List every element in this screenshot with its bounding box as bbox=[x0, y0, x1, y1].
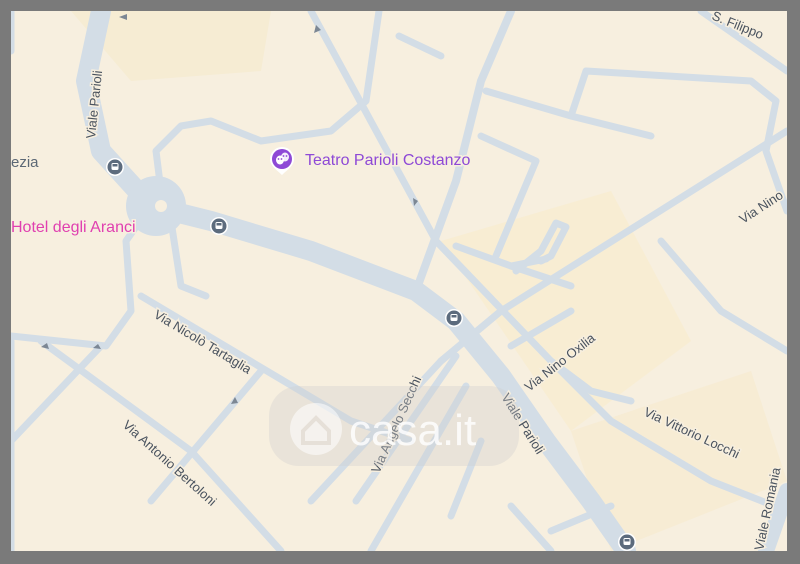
map-canvas[interactable]: Viale Parioli Viale Parioli Via Nicolò T… bbox=[11, 11, 787, 551]
bus-stop-icon[interactable] bbox=[210, 217, 228, 235]
poi-label-hotel[interactable]: Hotel degli Aranci bbox=[11, 218, 137, 238]
house-icon bbox=[290, 403, 342, 455]
map-frame: Viale Parioli Viale Parioli Via Nicolò T… bbox=[0, 0, 800, 564]
map-svg: Viale Parioli Viale Parioli Via Nicolò T… bbox=[11, 11, 787, 551]
watermark: casa.it bbox=[269, 386, 519, 466]
bus-stop-icon[interactable] bbox=[618, 533, 636, 551]
poi-hotel[interactable]: Hotel degli Aranci bbox=[11, 218, 137, 238]
poi-label-teatro[interactable]: Teatro Parioli Costanzo bbox=[304, 151, 473, 171]
watermark-text: casa.it bbox=[349, 406, 476, 455]
area-label: ezia bbox=[11, 154, 39, 171]
bus-stop-icon[interactable] bbox=[445, 309, 463, 327]
bus-stop-icon[interactable] bbox=[106, 158, 124, 176]
